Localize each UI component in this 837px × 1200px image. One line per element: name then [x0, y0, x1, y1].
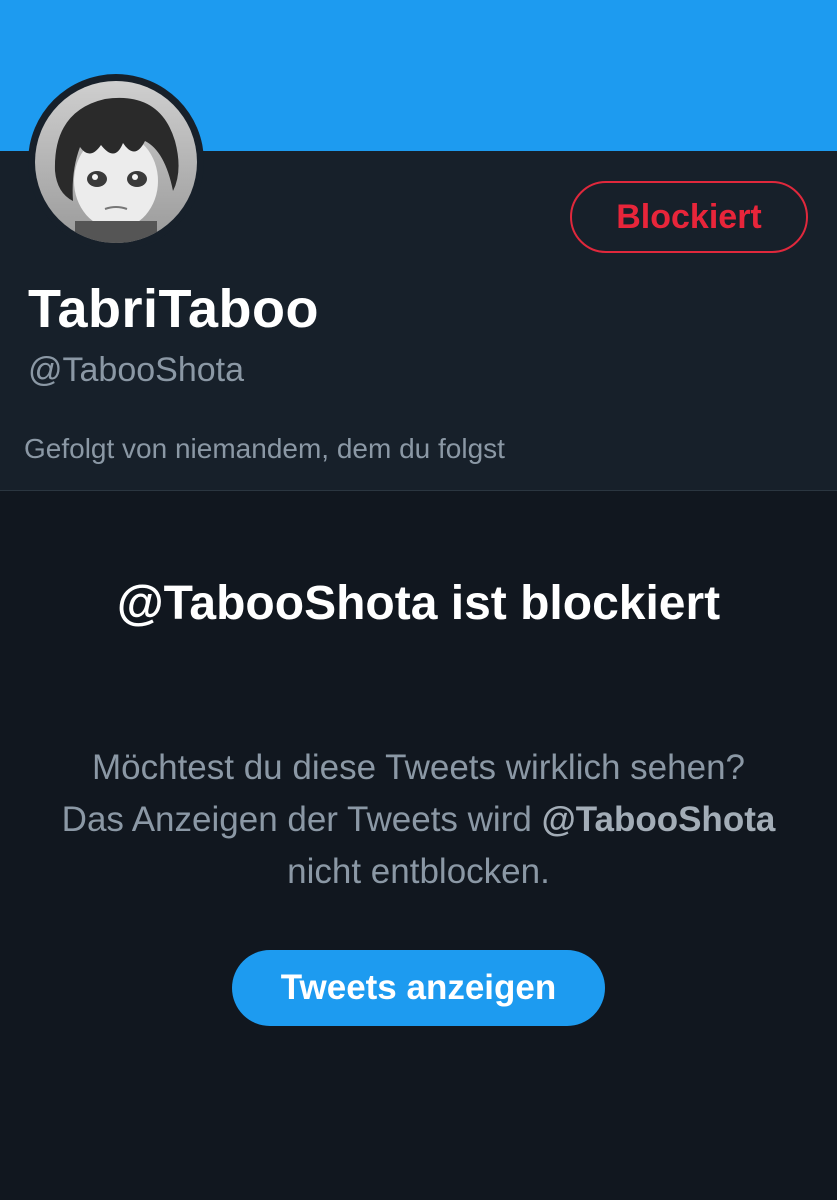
show-tweets-button[interactable]: Tweets anzeigen [232, 950, 605, 1026]
profile-page: Blockiert TabriTaboo @TabooShota Gefolgt… [0, 0, 837, 1200]
blocked-notice-text: Möchtest du diese Tweets wirklich sehen?… [60, 742, 777, 898]
avatar[interactable] [28, 74, 204, 250]
blocked-button-label: Blockiert [616, 197, 762, 236]
blocked-notice-text-part2: nicht entblocken. [287, 852, 550, 891]
section-divider [0, 490, 837, 491]
avatar-image [35, 81, 197, 243]
followed-by-text: Gefolgt von niemandem, dem du folgst [24, 433, 505, 464]
user-handle: @TabooShota [28, 351, 245, 389]
blocked-button[interactable]: Blockiert [570, 181, 808, 253]
show-tweets-button-label: Tweets anzeigen [280, 968, 557, 1007]
display-name: TabriTaboo [28, 279, 319, 339]
blocked-notice-handle: @TabooShota [541, 800, 776, 839]
blocked-notice-title: @TabooShota ist blockiert [116, 577, 721, 630]
